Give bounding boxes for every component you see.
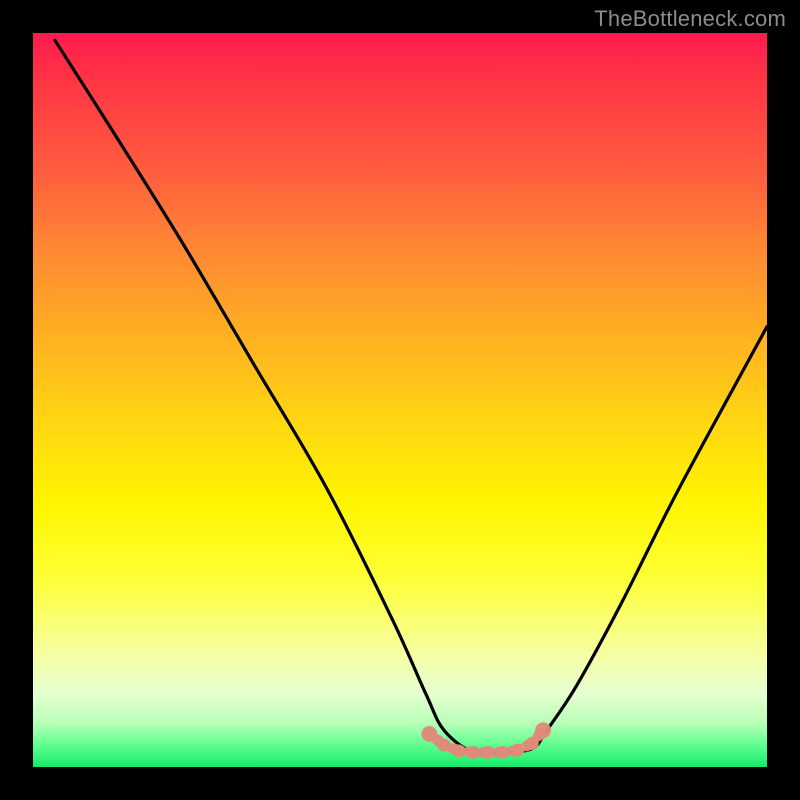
- chart-svg: [33, 33, 767, 767]
- bottleneck-curve: [55, 40, 767, 754]
- chart-frame: TheBottleneck.com: [0, 0, 800, 800]
- plot-area: [33, 33, 767, 767]
- watermark-text: TheBottleneck.com: [594, 6, 786, 32]
